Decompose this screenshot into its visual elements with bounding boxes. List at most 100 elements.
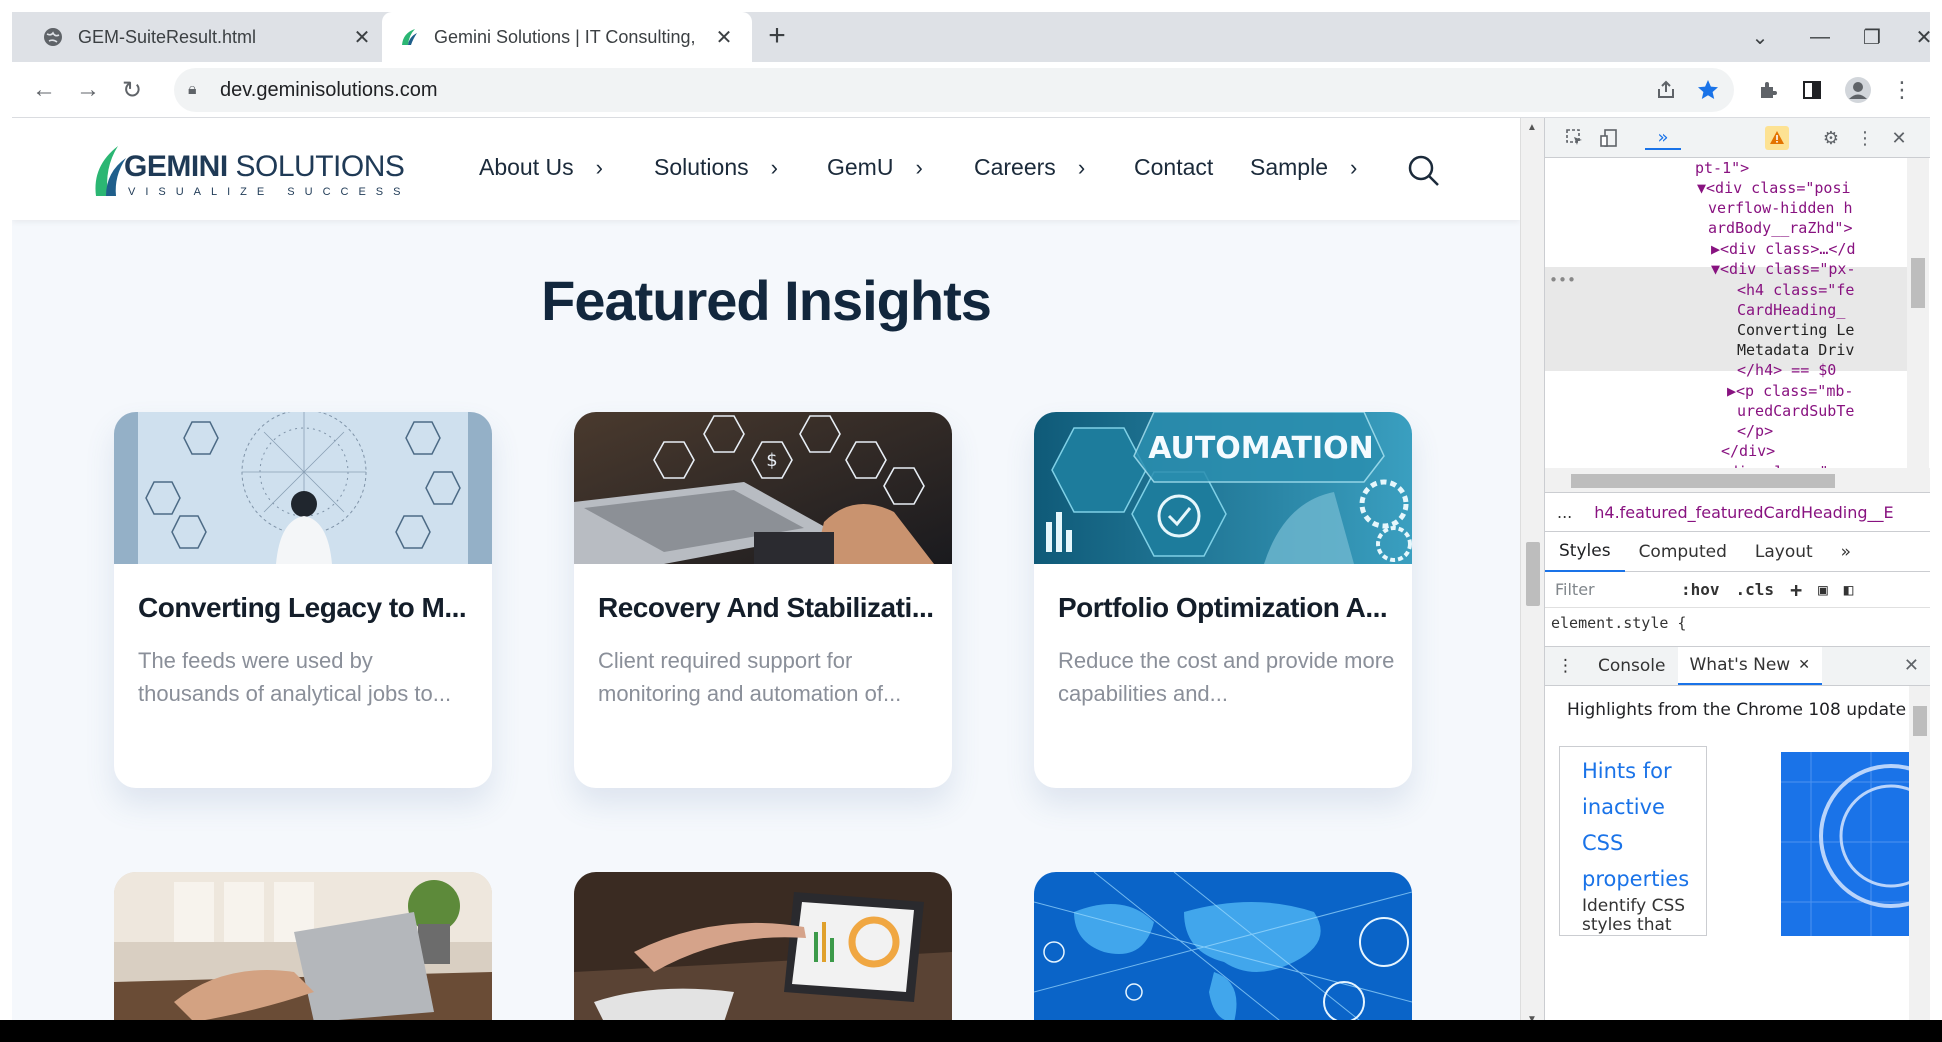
insight-card-legacy[interactable]: Converting Legacy to M... The feeds were… <box>114 412 492 788</box>
svg-text:$: $ <box>766 450 777 471</box>
close-icon[interactable]: ✕ <box>1798 657 1810 673</box>
devtools-menu-icon[interactable]: ⋮ <box>1853 126 1877 150</box>
nav-label: Careers <box>974 154 1056 180</box>
elements-scrollbar-thumb[interactable] <box>1911 258 1925 308</box>
tab-close-button[interactable]: ✕ <box>712 25 736 50</box>
tab-console[interactable]: Console <box>1586 647 1678 685</box>
gemini-favicon-icon <box>398 26 420 48</box>
extensions-icon[interactable] <box>1752 74 1784 106</box>
tab-label: What's New <box>1689 655 1791 675</box>
chevron-right-icon: › <box>1077 154 1086 180</box>
chevron-right-icon: › <box>595 154 603 180</box>
site-header: GEMINI SOLUTIONS VISUALIZE SUCCESS About… <box>12 118 1520 220</box>
nav-label: Sample <box>1250 154 1328 180</box>
tab-close-button[interactable]: ✕ <box>350 25 374 50</box>
browser-toolbar: ← → ↻ 🔒︎ dev.geminisolutions.com ⋮ <box>12 62 1930 118</box>
nav-gemu[interactable]: GemU › <box>827 154 923 181</box>
hints-description: Identify CSS styles that are entirely <box>1582 896 1686 936</box>
window-close-icon[interactable]: ✕ <box>1894 12 1930 62</box>
tab-strip: GEM-SuiteResult.html ✕ Gemini Solutions … <box>12 12 1930 62</box>
tab-layout[interactable]: Layout <box>1741 532 1827 572</box>
tab-gem-suite-result[interactable]: GEM-SuiteResult.html ✕ <box>26 12 390 62</box>
devtools-toolbar: » ⚙ ⋮ ✕ <box>1545 118 1930 158</box>
forward-icon[interactable]: → <box>72 74 104 106</box>
insight-card-global[interactable] <box>1034 872 1412 1032</box>
insight-card-recovery[interactable]: $ Recovery And Stabilizati... Client req… <box>574 412 952 788</box>
hints-link[interactable]: Hints for inactive CSS properties <box>1582 753 1702 897</box>
scroll-up-icon[interactable]: ▲ <box>1527 122 1537 133</box>
breadcrumb-item[interactable]: h4.featured_featuredCardHeading__E <box>1594 503 1893 522</box>
inspect-element-icon[interactable] <box>1563 126 1587 150</box>
devtools-close-icon[interactable]: ✕ <box>1887 126 1911 150</box>
insight-card-typing[interactable] <box>114 872 492 1032</box>
nav-about-us[interactable]: About Us › <box>479 154 603 181</box>
address-bar[interactable]: 🔒︎ dev.geminisolutions.com <box>174 68 1734 112</box>
browser-menu-icon[interactable]: ⋮ <box>1886 74 1918 106</box>
more-tabs-icon[interactable]: » <box>1645 126 1681 150</box>
elements-scrollbar[interactable] <box>1907 158 1929 468</box>
tab-styles[interactable]: Styles <box>1545 532 1625 572</box>
drawer-close-icon[interactable]: ✕ <box>1904 655 1919 676</box>
hov-toggle[interactable]: :hov <box>1681 580 1720 599</box>
tab-computed[interactable]: Computed <box>1625 532 1741 572</box>
page-scrollbar-thumb[interactable] <box>1526 542 1540 606</box>
profile-avatar-icon[interactable] <box>1842 74 1874 106</box>
drawer-scrollbar[interactable] <box>1909 686 1930 1032</box>
tab-search-icon[interactable]: ⌄ <box>1730 12 1790 62</box>
taskbar-edge <box>0 1020 1942 1042</box>
site-logo[interactable]: GEMINI SOLUTIONS VISUALIZE SUCCESS <box>90 142 410 202</box>
dom-breadcrumb: ... h4.featured_featuredCardHeading__E <box>1545 492 1930 532</box>
cls-toggle[interactable]: .cls <box>1736 580 1775 599</box>
nav-label: GemU <box>827 154 894 180</box>
lock-icon[interactable]: 🔒︎ <box>188 81 208 99</box>
tab-title: GEM-SuiteResult.html <box>78 26 257 47</box>
bookmark-star-icon[interactable] <box>1692 74 1724 106</box>
drawer-menu-icon[interactable]: ⋮ <box>1545 647 1586 685</box>
tab-gemini-solutions[interactable]: Gemini Solutions | IT Consulting, ✕ <box>382 12 752 62</box>
card-image-world-map <box>1034 872 1412 1032</box>
paint-icon[interactable]: ▣ <box>1818 580 1828 599</box>
url-text: dev.geminisolutions.com <box>220 78 438 101</box>
whats-new-title: Highlights from the Chrome 108 update <box>1567 700 1907 720</box>
nav-contact[interactable]: Contact <box>1134 154 1213 181</box>
reload-icon[interactable]: ↻ <box>116 74 148 106</box>
card-title: Recovery And Stabilizati... <box>598 592 934 623</box>
tab-whats-new[interactable]: What's New ✕ <box>1677 647 1822 685</box>
elements-hscrollbar[interactable] <box>1545 468 1930 492</box>
nav-label: Solutions <box>654 154 749 180</box>
nav-careers[interactable]: Careers › <box>974 154 1085 181</box>
warning-badge-icon[interactable] <box>1765 126 1789 150</box>
logo-tagline: VISUALIZE SUCCESS <box>128 186 411 198</box>
settings-gear-icon[interactable]: ⚙ <box>1819 126 1843 150</box>
elements-hscrollbar-thumb[interactable] <box>1571 474 1835 488</box>
styles-filter-input[interactable]: Filter <box>1555 580 1665 599</box>
dom-line[interactable]: ▶<div class="pos <box>1711 460 1856 468</box>
nav-solutions[interactable]: Solutions › <box>654 154 778 181</box>
side-panel-icon[interactable] <box>1796 74 1828 106</box>
elements-tree[interactable]: ••• pt-1"> ▼<div class="posi verflow-hid… <box>1545 158 1930 468</box>
sidebar-toggle-icon[interactable]: ◧ <box>1844 580 1854 599</box>
new-tab-button[interactable]: + <box>760 20 794 54</box>
back-icon[interactable]: ← <box>28 74 60 106</box>
device-toolbar-icon[interactable] <box>1597 126 1621 150</box>
element-style-rule[interactable]: element.style { <box>1551 614 1686 632</box>
insight-card-portfolio[interactable]: AUTOMATION Portfolio Optimization A... R… <box>1034 412 1412 788</box>
card-image-automation: AUTOMATION <box>1034 412 1412 564</box>
restore-icon[interactable]: ❐ <box>1842 12 1902 62</box>
insight-card-analytics[interactable] <box>574 872 952 1032</box>
card-image-network <box>114 412 492 564</box>
search-icon[interactable] <box>1407 154 1441 188</box>
minimize-icon[interactable]: — <box>1790 12 1850 62</box>
page-scrollbar[interactable]: ▲ ▼ <box>1520 118 1544 1032</box>
card-subtitle: Reduce the cost and provide more capabil… <box>1058 648 1395 706</box>
drawer-scrollbar-thumb[interactable] <box>1913 706 1927 736</box>
tab-more[interactable]: » <box>1827 532 1865 572</box>
nav-sample[interactable]: Sample › <box>1250 154 1357 181</box>
new-rule-icon[interactable]: + <box>1790 578 1802 602</box>
breadcrumb-more[interactable]: ... <box>1557 503 1572 522</box>
share-icon[interactable] <box>1650 74 1682 106</box>
whats-new-image <box>1781 752 1911 936</box>
node-dots-icon: ••• <box>1549 271 1577 289</box>
styles-tabs: Styles Computed Layout » <box>1545 532 1930 572</box>
card-title: Converting Legacy to M... <box>138 592 467 623</box>
